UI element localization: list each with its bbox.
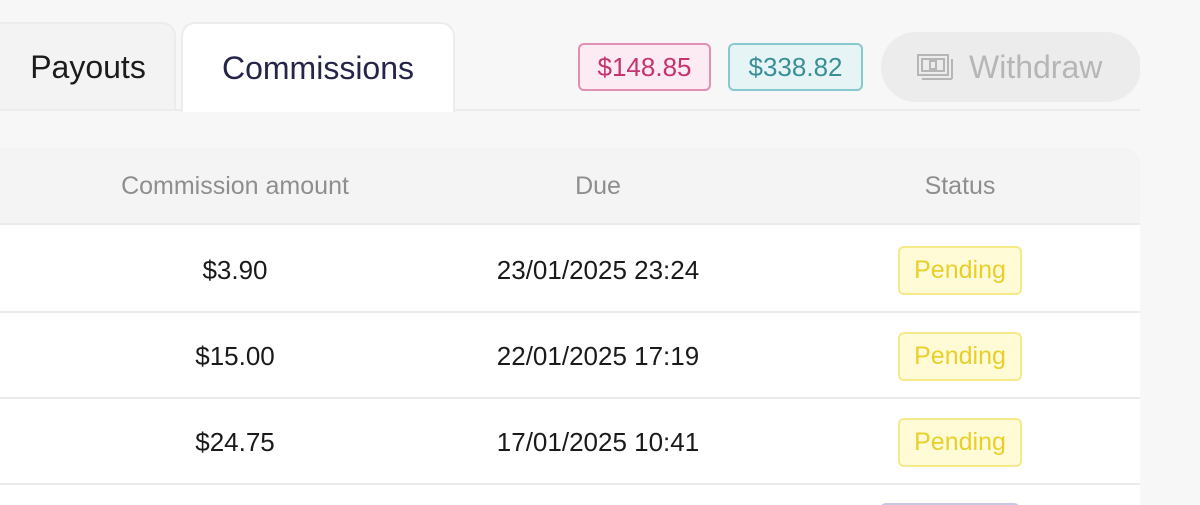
- status-cell: Pending: [780, 313, 1140, 399]
- commissions-page: Payouts Commissions $148.85 $338.82 With…: [0, 0, 1200, 505]
- withdraw-button[interactable]: Withdraw: [881, 32, 1141, 102]
- table-row[interactable]: $15.00 22/01/2025 17:19 Pending: [0, 313, 1140, 399]
- status-badge: Pending: [898, 331, 1022, 381]
- pending-balance-badge: $148.85: [578, 43, 711, 91]
- available-balance-value: $338.82: [748, 51, 843, 82]
- right-gutter: [1140, 0, 1200, 505]
- header-commission-amount[interactable]: Commission amount: [0, 148, 470, 225]
- status-badge: Pending: [898, 417, 1022, 467]
- tab-payouts[interactable]: Payouts: [0, 22, 176, 110]
- status-cell: Pending: [780, 399, 1140, 485]
- tab-commissions-label: Commissions: [221, 49, 415, 86]
- table-header: Commission amount Due Status: [0, 148, 1140, 225]
- status-badge: Pending: [898, 245, 1022, 295]
- pending-balance-value: $148.85: [597, 51, 692, 82]
- header-due[interactable]: Due: [420, 148, 776, 225]
- due-date: 22/01/2025 17:19: [496, 340, 700, 371]
- withdraw-label: Withdraw: [969, 48, 1103, 85]
- available-balance-badge: $338.82: [728, 43, 863, 91]
- tab-payouts-label: Payouts: [30, 48, 146, 85]
- tab-divider: [0, 109, 1140, 111]
- status-cell: Pending: [780, 227, 1140, 313]
- due-date: 17/01/2025 10:41: [496, 426, 700, 457]
- due-date: 23/01/2025 23:24: [496, 254, 700, 285]
- commissions-table: Commission amount Due Status $3.90 23/01…: [0, 148, 1140, 505]
- table-row[interactable]: $3.90 23/01/2025 23:24 Pending: [0, 227, 1140, 313]
- commission-amount: $24.75: [195, 426, 275, 457]
- table-row[interactable]: $24.75 17/01/2025 10:41 Pending: [0, 399, 1140, 485]
- commission-amount: $3.90: [202, 254, 268, 285]
- header-status[interactable]: Status: [780, 148, 1140, 225]
- commission-amount: $15.00: [195, 340, 275, 371]
- banknote-icon: [917, 53, 953, 81]
- tab-commissions[interactable]: Commissions: [181, 22, 455, 112]
